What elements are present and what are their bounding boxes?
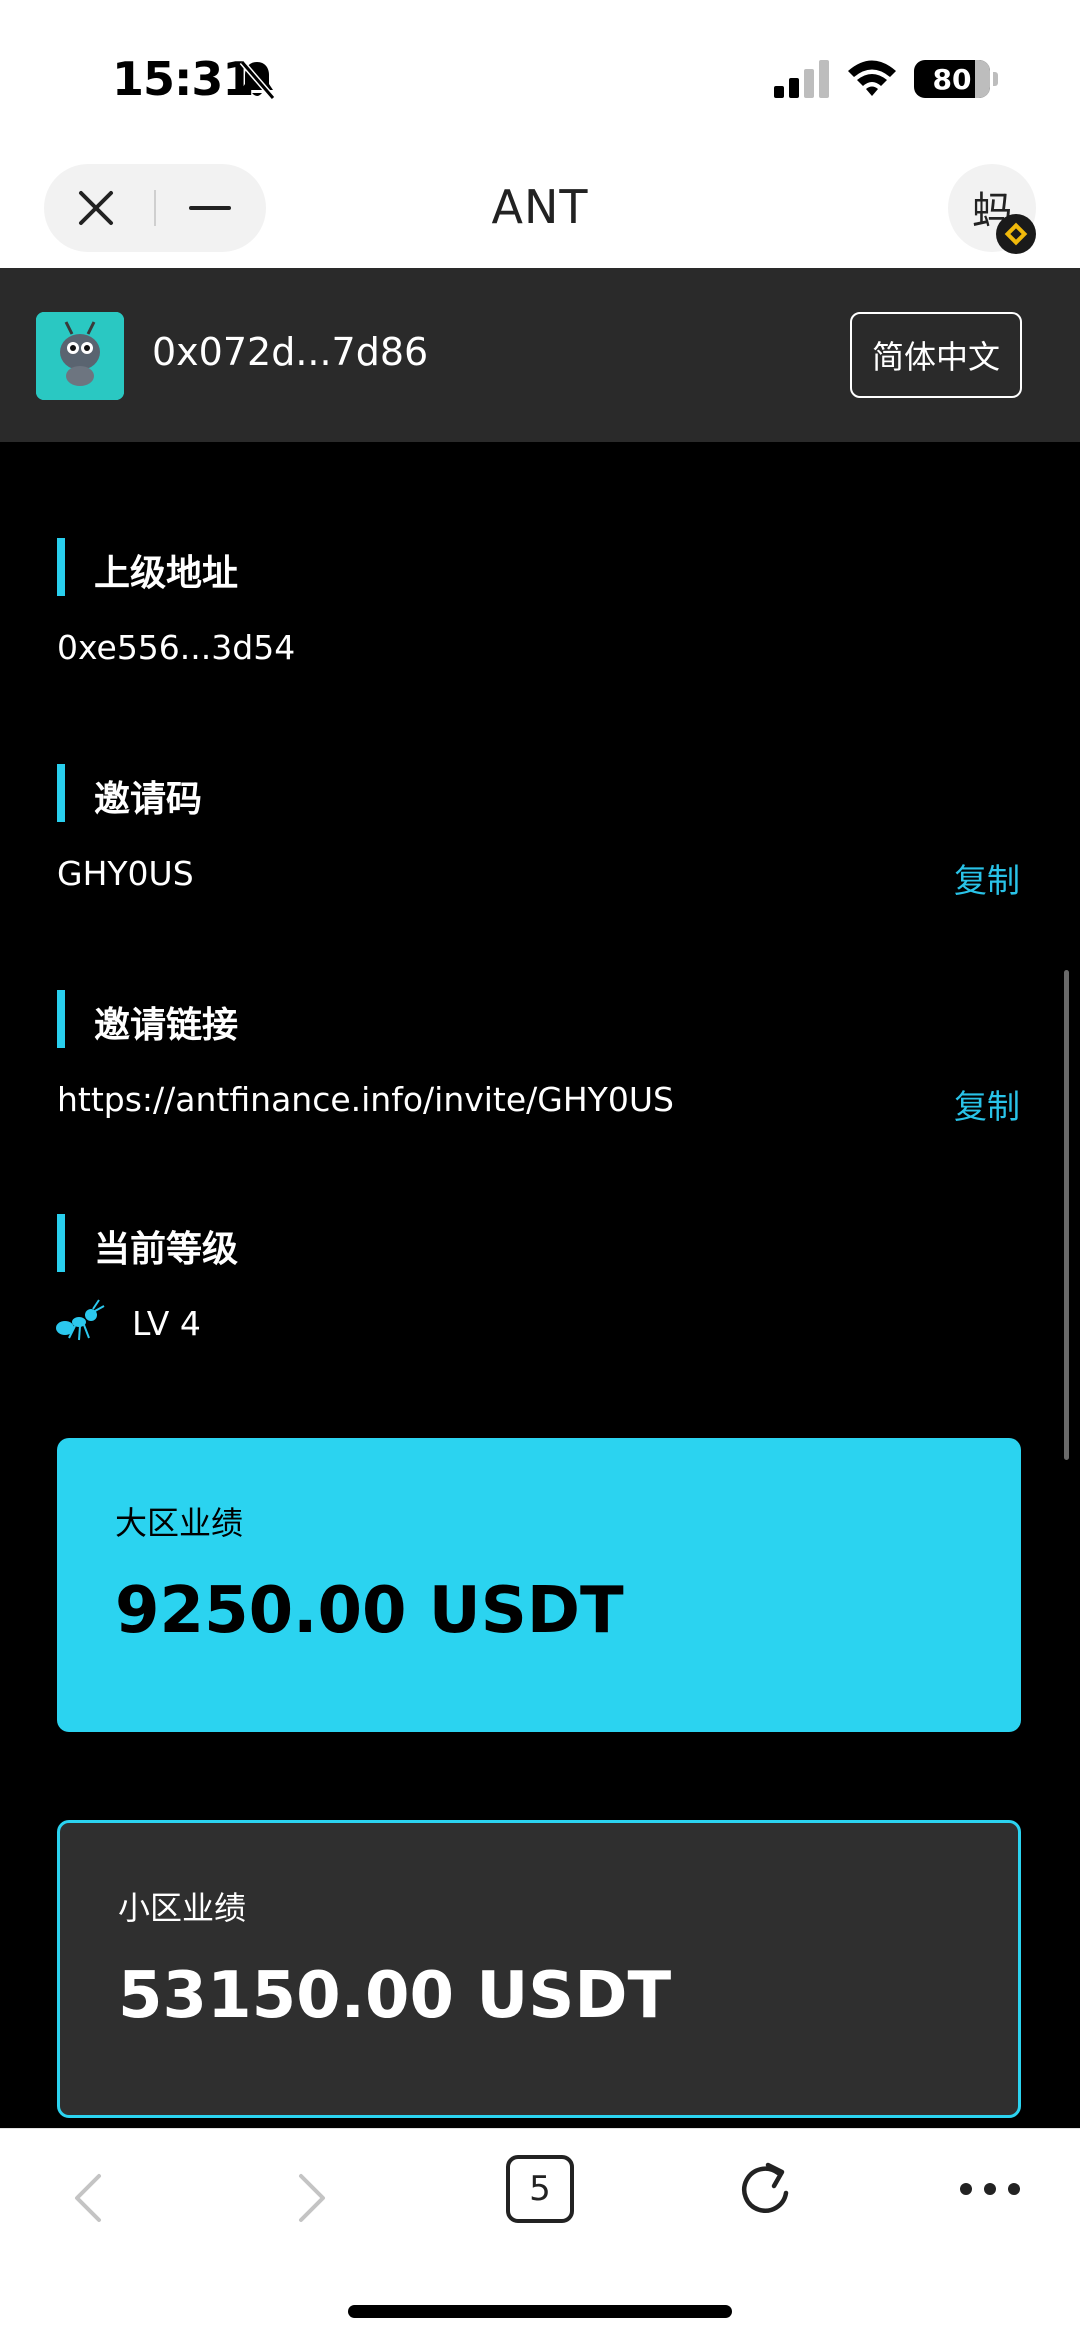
- parent-address-title: 上级地址: [94, 553, 239, 594]
- app-header: ANT 蚂: [0, 150, 1080, 268]
- account-bar: 0x072d...7d86 简体中文: [0, 268, 1080, 442]
- ant-icon: [56, 1299, 105, 1341]
- battery-icon: 80: [914, 60, 990, 98]
- level-value: LV 4: [132, 1304, 201, 1343]
- scrollbar[interactable]: [1064, 970, 1069, 1460]
- avatar-badge: [996, 214, 1036, 254]
- forward-button[interactable]: [282, 2163, 342, 2233]
- invite-code-value: GHY0US: [57, 854, 194, 893]
- section-accent-bar: [57, 990, 65, 1048]
- wallet-address: 0x072d...7d86: [152, 330, 429, 374]
- page-content: 0x072d...7d86 简体中文 上级地址 0xe556...3d54 邀请…: [0, 268, 1080, 2128]
- more-icon[interactable]: [958, 2169, 1022, 2209]
- page-title: ANT: [491, 180, 589, 234]
- back-icon: [75, 2174, 101, 2222]
- major-performance-amount: 9250.00 USDT: [115, 1574, 624, 1648]
- section-accent-bar: [57, 764, 65, 822]
- level-title: 当前等级: [94, 1229, 239, 1270]
- reload-icon[interactable]: [736, 2159, 796, 2221]
- back-button[interactable]: [58, 2163, 118, 2233]
- signal-icon: [774, 60, 829, 98]
- ant-logo-icon: [36, 312, 124, 400]
- status-bar: 15:31 80: [0, 0, 1080, 150]
- major-performance-card: 大区业绩 9250.00 USDT: [57, 1438, 1021, 1732]
- battery-level: 80: [932, 62, 972, 96]
- badge-icon: [1004, 222, 1028, 246]
- forward-icon: [299, 2174, 325, 2222]
- status-time: 15:31: [112, 52, 254, 106]
- copy-invite-code-button[interactable]: 复制: [954, 854, 1020, 902]
- bell-off-icon: [239, 60, 276, 100]
- battery-nub: [993, 72, 998, 86]
- section-accent-bar: [57, 538, 65, 596]
- major-performance-label: 大区业绩: [115, 1504, 244, 1542]
- copy-invite-link-button[interactable]: 复制: [954, 1080, 1020, 1128]
- minor-performance-card: 小区业绩 53150.00 USDT: [57, 1820, 1021, 2118]
- minor-performance-label: 小区业绩: [118, 1889, 247, 1927]
- tabs-button[interactable]: 5: [506, 2155, 574, 2223]
- language-button[interactable]: 简体中文: [850, 312, 1022, 398]
- invite-code-title: 邀请码: [94, 779, 203, 820]
- app-logo: [36, 312, 124, 400]
- invite-link-title: 邀请链接: [94, 1005, 239, 1046]
- home-indicator[interactable]: [348, 2305, 732, 2318]
- parent-address-value: 0xe556...3d54: [57, 628, 296, 667]
- section-accent-bar: [57, 1214, 65, 1272]
- invite-link-value: https://antfinance.info/invite/GHY0US: [57, 1080, 674, 1119]
- wifi-icon: [848, 60, 896, 96]
- minor-performance-amount: 53150.00 USDT: [118, 1959, 672, 2033]
